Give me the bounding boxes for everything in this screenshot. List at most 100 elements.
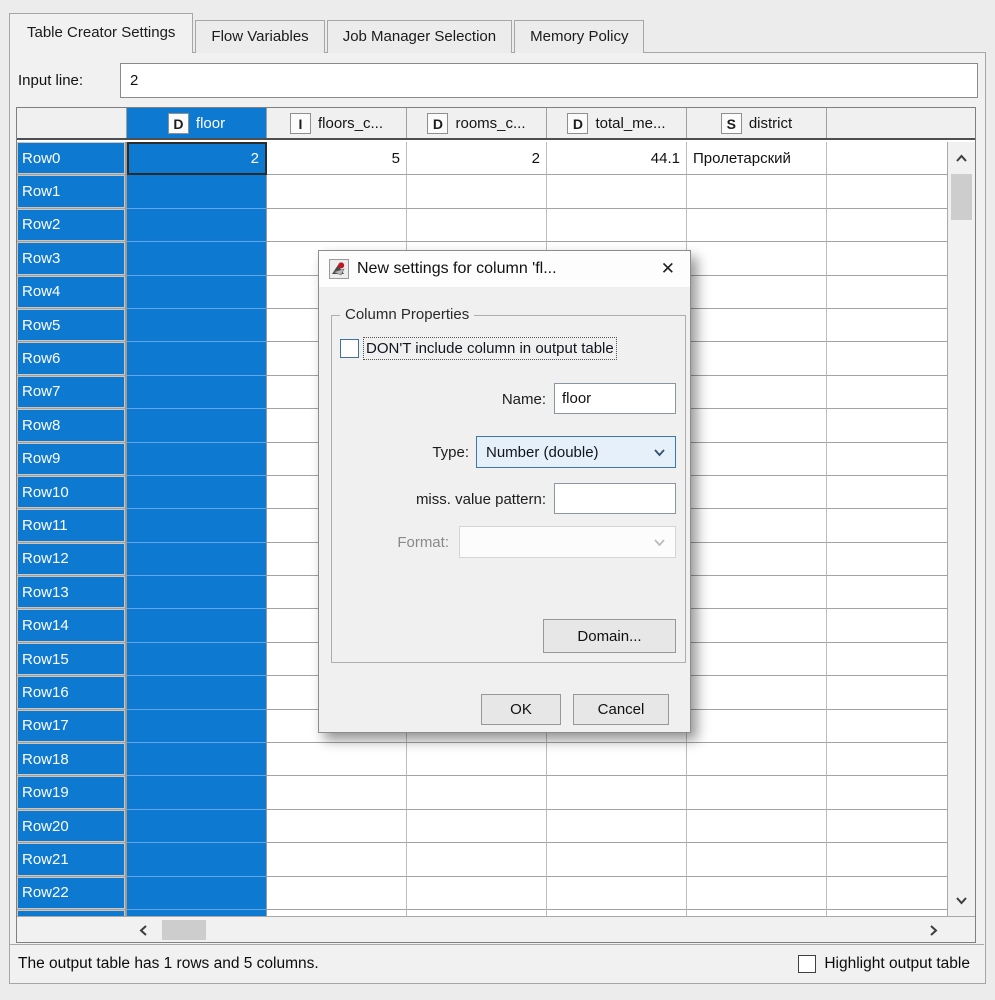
cell-Row2-district[interactable] (687, 209, 827, 242)
row-header-Row10[interactable]: Row10 (17, 476, 127, 509)
cell-Row19-floors_c...[interactable] (267, 776, 407, 809)
cell-empty[interactable] (827, 509, 949, 542)
cell-Row21-total_me...[interactable] (547, 843, 687, 876)
cell-Row12-floor[interactable] (127, 543, 267, 576)
cell-Row13-floor[interactable] (127, 576, 267, 609)
row-header-Row16[interactable]: Row16 (17, 676, 127, 709)
cell-Row18-rooms_c...[interactable] (407, 743, 547, 776)
column-header-total-me[interactable]: D total_me... (547, 108, 687, 138)
scroll-left-icon[interactable] (129, 917, 157, 943)
cell-Row6-floor[interactable] (127, 342, 267, 375)
tab-memory-policy[interactable]: Memory Policy (514, 20, 644, 53)
cell-Row2-rooms_c...[interactable] (407, 209, 547, 242)
cell-Row1-district[interactable] (687, 175, 827, 208)
row-header-Row12[interactable]: Row12 (17, 543, 127, 576)
row-header-Row11[interactable]: Row11 (17, 509, 127, 542)
cell-Row5-floor[interactable] (127, 309, 267, 342)
cell-Row0-district[interactable]: Пролетарский (687, 142, 827, 175)
cell-empty[interactable] (827, 810, 949, 843)
cell-Row21-district[interactable] (687, 843, 827, 876)
cell-Row22-district[interactable] (687, 877, 827, 910)
cell-Row14-floor[interactable] (127, 609, 267, 642)
vertical-scrollbar[interactable] (947, 142, 975, 916)
cell-Row21-floor[interactable] (127, 843, 267, 876)
cell-Row21-rooms_c...[interactable] (407, 843, 547, 876)
horizontal-scroll-thumb[interactable] (162, 920, 206, 940)
cell-Row18-floor[interactable] (127, 743, 267, 776)
cell-empty[interactable] (827, 609, 949, 642)
cell-Row4-floor[interactable] (127, 276, 267, 309)
cell-Row0-floor[interactable]: 2 (127, 142, 267, 175)
cell-Row8-floor[interactable] (127, 409, 267, 442)
cell-Row20-total_me...[interactable] (547, 810, 687, 843)
row-header-Row6[interactable]: Row6 (17, 342, 127, 375)
tab-flow-variables[interactable]: Flow Variables (195, 20, 324, 53)
name-input[interactable]: floor (554, 383, 676, 414)
cell-empty[interactable] (827, 276, 949, 309)
cell-Row3-district[interactable] (687, 242, 827, 275)
cell-Row20-district[interactable] (687, 810, 827, 843)
cell-Row8-district[interactable] (687, 409, 827, 442)
cell-empty[interactable] (827, 643, 949, 676)
cell-Row18-district[interactable] (687, 743, 827, 776)
cell-empty[interactable] (827, 543, 949, 576)
cell-Row19-district[interactable] (687, 776, 827, 809)
tab-table-creator-settings[interactable]: Table Creator Settings (9, 13, 193, 53)
cell-Row19-floor[interactable] (127, 776, 267, 809)
close-icon[interactable]: ✕ (656, 259, 680, 279)
cell-Row12-district[interactable] (687, 543, 827, 576)
cell-empty[interactable] (827, 443, 949, 476)
cell-Row9-district[interactable] (687, 443, 827, 476)
cell-empty[interactable] (827, 743, 949, 776)
cell-empty[interactable] (827, 476, 949, 509)
dont-include-label[interactable]: DON'T include column in output table (364, 338, 616, 359)
row-header-Row2[interactable]: Row2 (17, 209, 127, 242)
cell-Row1-rooms_c...[interactable] (407, 175, 547, 208)
cell-Row5-district[interactable] (687, 309, 827, 342)
cell-Row7-floor[interactable] (127, 376, 267, 409)
cell-Row14-district[interactable] (687, 609, 827, 642)
cell-Row21-floors_c...[interactable] (267, 843, 407, 876)
highlight-output-checkbox[interactable] (798, 955, 816, 973)
cell-Row1-total_me...[interactable] (547, 175, 687, 208)
tab-job-manager-selection[interactable]: Job Manager Selection (327, 20, 512, 53)
row-header-Row1[interactable]: Row1 (17, 175, 127, 208)
row-header-Row5[interactable]: Row5 (17, 309, 127, 342)
cell-Row9-floor[interactable] (127, 443, 267, 476)
cell-empty[interactable] (827, 576, 949, 609)
row-header-Row15[interactable]: Row15 (17, 643, 127, 676)
column-header-floors-c[interactable]: I floors_c... (267, 108, 407, 138)
cell-Row3-floor[interactable] (127, 242, 267, 275)
cell-empty[interactable] (827, 676, 949, 709)
scroll-right-icon[interactable] (919, 917, 947, 943)
cell-Row22-floor[interactable] (127, 877, 267, 910)
cell-empty[interactable] (827, 175, 949, 208)
row-header-Row22[interactable]: Row22 (17, 877, 127, 910)
cancel-button[interactable]: Cancel (573, 694, 669, 725)
row-header-Row21[interactable]: Row21 (17, 843, 127, 876)
row-header-Row18[interactable]: Row18 (17, 743, 127, 776)
cell-Row1-floors_c...[interactable] (267, 175, 407, 208)
row-header-Row4[interactable]: Row4 (17, 276, 127, 309)
cell-Row20-floor[interactable] (127, 810, 267, 843)
cell-Row20-floors_c...[interactable] (267, 810, 407, 843)
cell-Row7-district[interactable] (687, 376, 827, 409)
cell-Row16-district[interactable] (687, 676, 827, 709)
cell-Row13-district[interactable] (687, 576, 827, 609)
cell-Row11-floor[interactable] (127, 509, 267, 542)
cell-Row18-floors_c...[interactable] (267, 743, 407, 776)
cell-Row19-total_me...[interactable] (547, 776, 687, 809)
cell-Row22-floors_c...[interactable] (267, 877, 407, 910)
input-line-field[interactable]: 2 (120, 63, 978, 98)
cell-empty[interactable] (827, 710, 949, 743)
row-header-Row19[interactable]: Row19 (17, 776, 127, 809)
row-header-Row13[interactable]: Row13 (17, 576, 127, 609)
column-header-district[interactable]: S district (687, 108, 827, 138)
horizontal-scrollbar[interactable] (17, 916, 975, 942)
row-header-Row7[interactable]: Row7 (17, 376, 127, 409)
cell-Row1-floor[interactable] (127, 175, 267, 208)
cell-Row17-district[interactable] (687, 710, 827, 743)
cell-Row20-rooms_c...[interactable] (407, 810, 547, 843)
column-header-rooms-c[interactable]: D rooms_c... (407, 108, 547, 138)
cell-empty[interactable] (827, 376, 949, 409)
